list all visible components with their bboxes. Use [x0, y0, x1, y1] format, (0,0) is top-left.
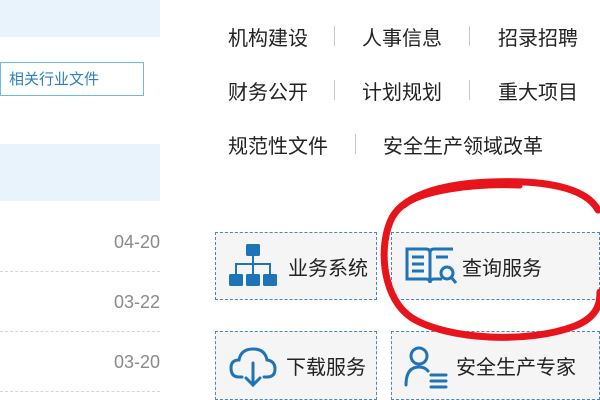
quick-links-row: 规范性文件 安全生产领域改革 — [228, 130, 600, 184]
link-normative-documents[interactable]: 规范性文件 — [228, 130, 328, 159]
list-header-band — [0, 0, 160, 37]
list-section-band — [0, 144, 160, 201]
link-finance[interactable]: 财务公开 — [228, 76, 308, 105]
safety-expert-button[interactable]: 安全生产专家 — [391, 331, 600, 400]
divider — [334, 26, 335, 46]
link-safety-reform[interactable]: 安全生产领域改革 — [383, 130, 543, 159]
link-personnel[interactable]: 人事信息 — [362, 22, 442, 51]
safety-expert-label: 安全生产专家 — [456, 355, 576, 379]
book-search-icon — [402, 243, 460, 289]
org-chart-icon — [224, 242, 282, 290]
business-system-button[interactable]: 业务系统 — [215, 232, 377, 300]
divider — [469, 80, 470, 100]
expert-person-icon — [400, 343, 452, 389]
divider — [469, 26, 470, 46]
divider — [355, 134, 356, 154]
query-service-label: 查询服务 — [462, 255, 542, 280]
list-item-date: 04-20 — [113, 232, 160, 252]
list-item-date: 03-22 — [113, 292, 160, 312]
link-organization[interactable]: 机构建设 — [228, 22, 308, 51]
download-service-button[interactable]: 下载服务 — [215, 331, 377, 400]
quick-links-row: 财务公开 计划规划 重大项目 — [228, 76, 600, 130]
list-item[interactable]: 03-20 — [0, 338, 160, 392]
list-item[interactable]: 04-20 — [0, 218, 160, 272]
cloud-download-icon — [224, 343, 282, 389]
link-recruitment[interactable]: 招录招聘 — [498, 22, 578, 51]
divider — [334, 80, 335, 100]
link-major-projects[interactable]: 重大项目 — [498, 76, 578, 105]
list-item[interactable]: 03-22 — [0, 278, 160, 332]
link-planning[interactable]: 计划规划 — [362, 76, 442, 105]
quick-links-row: 机构建设 人事信息 招录招聘 — [228, 22, 600, 76]
list-item-date: 03-20 — [113, 352, 160, 372]
quick-links: 机构建设 人事信息 招录招聘 财务公开 计划规划 重大项目 规范性文件 安全生产… — [228, 22, 600, 184]
related-industry-files-button[interactable]: 相关行业文件 — [0, 62, 144, 96]
query-service-button[interactable]: 查询服务 — [391, 232, 600, 300]
business-system-label: 业务系统 — [288, 255, 368, 280]
download-service-label: 下载服务 — [286, 355, 366, 379]
